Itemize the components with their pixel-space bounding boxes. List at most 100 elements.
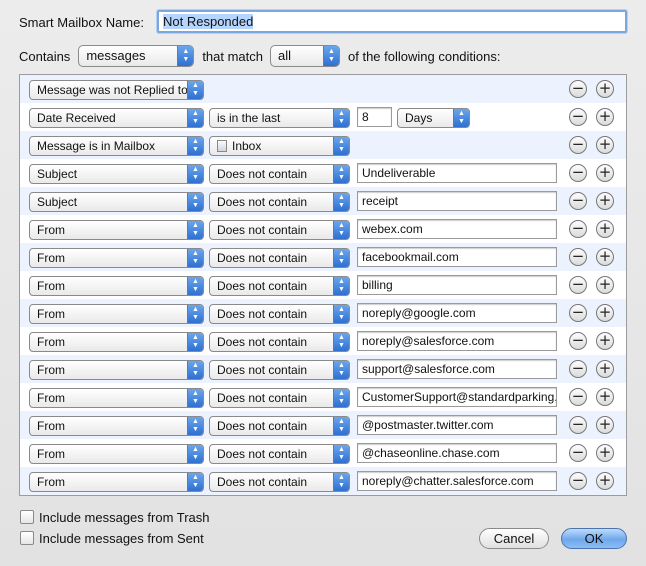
remove-condition-button[interactable]: −: [569, 472, 587, 490]
condition-operator-popup[interactable]: Does not contain ▲ ▼: [209, 220, 350, 240]
condition-value-field[interactable]: billing: [357, 275, 557, 295]
remove-condition-button[interactable]: −: [569, 248, 587, 266]
condition-operator-popup[interactable]: Does not contain ▲ ▼: [209, 472, 350, 492]
condition-field-popup[interactable]: From ▲ ▼: [29, 248, 204, 268]
condition-operator-popup[interactable]: Does not contain ▲ ▼: [209, 332, 350, 352]
remove-condition-button[interactable]: −: [569, 332, 587, 350]
condition-operator-popup[interactable]: Does not contain ▲ ▼: [209, 164, 350, 184]
ok-button[interactable]: OK: [561, 528, 627, 549]
add-condition-button[interactable]: +: [596, 108, 614, 126]
match-popup[interactable]: all ▲ ▼: [270, 45, 341, 67]
condition-field-value: From: [37, 475, 65, 489]
condition-field-popup[interactable]: From ▲ ▼: [29, 472, 204, 492]
condition-value-field[interactable]: webex.com: [357, 219, 557, 239]
condition-operator-popup[interactable]: Does not contain ▲ ▼: [209, 416, 350, 436]
condition-field-popup[interactable]: From ▲ ▼: [29, 388, 204, 408]
remove-condition-button[interactable]: −: [569, 276, 587, 294]
condition-value-field[interactable]: receipt: [357, 191, 557, 211]
include-trash-option[interactable]: Include messages from Trash: [20, 508, 210, 526]
conditions-list[interactable]: Message was not Replied to ▲ ▼ − + Date Recei…: [19, 74, 627, 496]
add-condition-button[interactable]: +: [596, 444, 614, 462]
add-condition-button[interactable]: +: [596, 164, 614, 182]
remove-condition-button[interactable]: −: [569, 444, 587, 462]
remove-condition-button[interactable]: −: [569, 360, 587, 378]
remove-condition-button[interactable]: −: [569, 136, 587, 154]
include-sent-option[interactable]: Include messages from Sent: [20, 529, 204, 547]
include-trash-checkbox[interactable]: [20, 510, 34, 524]
condition-value-field[interactable]: noreply@salesforce.com: [357, 331, 557, 351]
add-condition-button[interactable]: +: [596, 276, 614, 294]
contains-popup[interactable]: messages ▲ ▼: [78, 45, 195, 67]
contains-label: Contains: [19, 48, 71, 64]
condition-field-value: From: [37, 363, 65, 377]
condition-field-popup[interactable]: Subject ▲ ▼: [29, 192, 204, 212]
add-condition-button[interactable]: +: [596, 360, 614, 378]
condition-field-popup[interactable]: From ▲ ▼: [29, 276, 204, 296]
condition-unit-popup[interactable]: Days ▲ ▼: [397, 108, 470, 128]
popup-arrows-icon: ▲ ▼: [187, 333, 203, 351]
condition-field-popup[interactable]: From ▲ ▼: [29, 416, 204, 436]
condition-value-field[interactable]: support@salesforce.com: [357, 359, 557, 379]
condition-operator-popup[interactable]: Does not contain ▲ ▼: [209, 248, 350, 268]
include-sent-checkbox[interactable]: [20, 531, 34, 545]
mailbox-popup[interactable]: Inbox ▲ ▼: [209, 136, 350, 156]
add-condition-button[interactable]: +: [596, 192, 614, 210]
condition-field-popup[interactable]: From ▲ ▼: [29, 360, 204, 380]
condition-row: Date Received ▲ ▼ is in the last ▲ ▼ 8 Days ▲ ▼ − +: [20, 103, 626, 131]
condition-operator-popup[interactable]: Does not contain ▲ ▼: [209, 304, 350, 324]
condition-row: From ▲ ▼ Does not contain ▲ ▼ CustomerSupport@…: [20, 383, 626, 411]
condition-operator-popup[interactable]: is in the last ▲ ▼: [209, 108, 350, 128]
condition-operator-value: is in the last: [217, 111, 281, 125]
condition-value-field[interactable]: @chaseonline.chase.com: [357, 443, 557, 463]
condition-field-popup[interactable]: From ▲ ▼: [29, 332, 204, 352]
condition-value-field[interactable]: noreply@google.com: [357, 303, 557, 323]
condition-operator-popup[interactable]: Does not contain ▲ ▼: [209, 276, 350, 296]
add-condition-button[interactable]: +: [596, 388, 614, 406]
condition-field-popup[interactable]: Subject ▲ ▼: [29, 164, 204, 184]
that-match-label: that match: [202, 48, 264, 64]
remove-condition-button[interactable]: −: [569, 192, 587, 210]
remove-condition-button[interactable]: −: [569, 304, 587, 322]
mailbox-name-field[interactable]: Not Responded: [157, 10, 627, 33]
condition-field-popup[interactable]: Message is in Mailbox ▲ ▼: [29, 136, 204, 156]
condition-field-popup[interactable]: Message was not Replied to ▲ ▼: [29, 80, 204, 100]
condition-operator-popup[interactable]: Does not contain ▲ ▼: [209, 192, 350, 212]
remove-condition-button[interactable]: −: [569, 388, 587, 406]
remove-condition-button[interactable]: −: [569, 416, 587, 434]
remove-condition-button[interactable]: −: [569, 108, 587, 126]
condition-value-field[interactable]: facebookmail.com: [357, 247, 557, 267]
condition-field-popup[interactable]: From ▲ ▼: [29, 444, 204, 464]
add-condition-button[interactable]: +: [596, 136, 614, 154]
condition-value-field[interactable]: 8: [357, 107, 392, 127]
add-condition-button[interactable]: +: [596, 80, 614, 98]
popup-arrows-icon: ▲ ▼: [187, 389, 203, 407]
condition-operator-value: Does not contain: [217, 307, 308, 321]
condition-field-popup[interactable]: From ▲ ▼: [29, 220, 204, 240]
condition-operator-popup[interactable]: Does not contain ▲ ▼: [209, 444, 350, 464]
condition-value-field[interactable]: noreply@chatter.salesforce.com: [357, 471, 557, 491]
condition-value-field[interactable]: Undeliverable: [357, 163, 557, 183]
add-condition-button[interactable]: +: [596, 304, 614, 322]
remove-condition-button[interactable]: −: [569, 80, 587, 98]
remove-condition-button[interactable]: −: [569, 164, 587, 182]
cancel-button[interactable]: Cancel: [479, 528, 549, 549]
condition-field-value: Date Received: [37, 111, 116, 125]
condition-value-field[interactable]: CustomerSupport@standardparking.: [357, 387, 557, 407]
add-condition-button[interactable]: +: [596, 332, 614, 350]
add-condition-button[interactable]: +: [596, 248, 614, 266]
add-condition-button[interactable]: +: [596, 416, 614, 434]
popup-arrows-icon: ▲ ▼: [333, 137, 349, 155]
add-condition-button[interactable]: +: [596, 472, 614, 490]
popup-arrows-icon: ▲ ▼: [187, 165, 203, 183]
popup-arrows-icon: ▲ ▼: [333, 193, 349, 211]
add-condition-button[interactable]: +: [596, 220, 614, 238]
condition-operator-popup[interactable]: Does not contain ▲ ▼: [209, 360, 350, 380]
popup-arrows-icon: ▲ ▼: [187, 193, 203, 211]
popup-arrows-icon: ▲ ▼: [187, 305, 203, 323]
condition-field-popup[interactable]: From ▲ ▼: [29, 304, 204, 324]
condition-value-field[interactable]: @postmaster.twitter.com: [357, 415, 557, 435]
condition-field-popup[interactable]: Date Received ▲ ▼: [29, 108, 204, 128]
condition-field-value: From: [37, 419, 65, 433]
condition-operator-popup[interactable]: Does not contain ▲ ▼: [209, 388, 350, 408]
remove-condition-button[interactable]: −: [569, 220, 587, 238]
